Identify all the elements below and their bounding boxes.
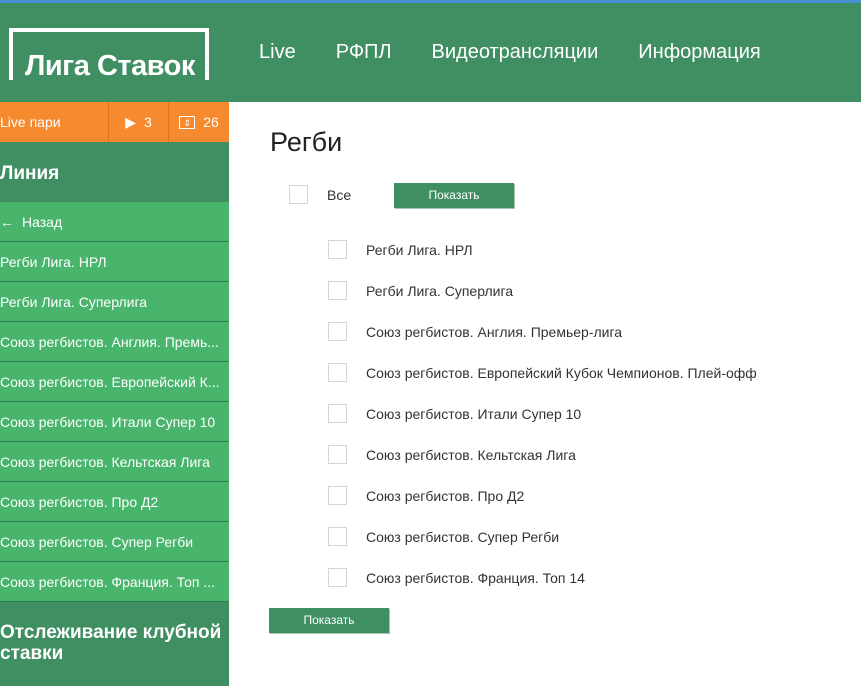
sidebar-item[interactable]: Регби Лига. НРЛ bbox=[0, 242, 229, 282]
sidebar-item[interactable]: Союз регбистов. Франция. Топ ... bbox=[0, 562, 229, 602]
back-link[interactable]: ← Назад bbox=[0, 202, 229, 242]
league-checkbox[interactable] bbox=[328, 445, 347, 464]
main-nav: Live РФПЛ Видеотрансляции Информация bbox=[259, 41, 801, 64]
all-label: Все bbox=[327, 187, 352, 203]
sidebar-item[interactable]: Союз регбистов. Про Д2 bbox=[0, 482, 229, 522]
line-title: Линия bbox=[0, 163, 60, 184]
show-button-bottom[interactable]: Показать bbox=[269, 608, 389, 633]
tv-icon: ⇕ bbox=[179, 115, 196, 129]
all-checkbox[interactable] bbox=[289, 185, 308, 204]
nav-video[interactable]: Видеотрансляции bbox=[432, 41, 599, 64]
live-play-count[interactable]: ▶ 3 bbox=[109, 102, 169, 142]
league-label: Союз регбистов. Итали Супер 10 bbox=[366, 406, 582, 422]
league-checkbox[interactable] bbox=[328, 240, 347, 259]
tracking-title[interactable]: Отслеживание клубной ставки bbox=[0, 622, 229, 664]
nav-rfpl[interactable]: РФПЛ bbox=[336, 41, 392, 64]
league-label: Союз регбистов. Кельтская Лига bbox=[366, 447, 576, 463]
sidebar-item[interactable]: Регби Лига. Суперлига bbox=[0, 282, 229, 322]
sidebar-item[interactable]: Союз регбистов. Итали Супер 10 bbox=[0, 402, 229, 442]
arrow-left-icon: ← bbox=[0, 213, 14, 230]
league-checkbox[interactable] bbox=[328, 363, 347, 382]
league-checkbox[interactable] bbox=[328, 568, 347, 587]
league-checkbox[interactable] bbox=[328, 404, 347, 423]
sidebar-item[interactable]: Союз регбистов. Европейский К... bbox=[0, 362, 229, 402]
league-label: Союз регбистов. Англия. Премьер-лига bbox=[366, 324, 623, 340]
nav-live[interactable]: Live bbox=[259, 41, 296, 64]
league-checkbox[interactable] bbox=[328, 486, 347, 505]
play-icon: ▶ bbox=[125, 114, 136, 130]
league-label: Регби Лига. Суперлига bbox=[366, 283, 514, 299]
league-label: Регби Лига. НРЛ bbox=[366, 242, 473, 258]
sidebar: Live пари ▶ 3 ⇕ 26 Линия ← Назад Регби Л… bbox=[0, 102, 229, 686]
logo-text: Лига Ставок bbox=[25, 50, 195, 82]
live-bets-link[interactable]: Live пари bbox=[0, 102, 109, 142]
sidebar-list: ← Назад Регби Лига. НРЛ Регби Лига. Супе… bbox=[0, 202, 229, 602]
league-label: Союз регбистов. Франция. Топ 14 bbox=[366, 570, 585, 586]
play-count: 3 bbox=[143, 114, 152, 130]
sidebar-item[interactable]: Союз регбистов. Кельтская Лига bbox=[0, 442, 229, 482]
live-tv-count[interactable]: ⇕ 26 bbox=[169, 102, 229, 142]
league-label: Союз регбистов. Европейский Кубок Чемпио… bbox=[366, 365, 757, 381]
sidebar-item[interactable]: Союз регбистов. Супер Регби bbox=[0, 522, 229, 562]
back-label: Назад bbox=[22, 213, 63, 230]
nav-info[interactable]: Информация bbox=[638, 41, 760, 64]
header: Лига Ставок Live РФПЛ Видеотрансляции Ин… bbox=[0, 3, 861, 102]
league-label: Союз регбистов. Про Д2 bbox=[366, 488, 525, 504]
show-button[interactable]: Показать bbox=[394, 183, 514, 208]
league-label: Союз регбистов. Супер Регби bbox=[366, 529, 560, 545]
logo[interactable]: Лига Ставок bbox=[9, 28, 209, 82]
live-bar: Live пари ▶ 3 ⇕ 26 bbox=[0, 102, 229, 142]
league-checkbox[interactable] bbox=[328, 281, 347, 300]
sidebar-item[interactable]: Союз регбистов. Англия. Премь... bbox=[0, 322, 229, 362]
league-checkbox[interactable] bbox=[328, 527, 347, 546]
page-title: Регби bbox=[270, 127, 343, 157]
tv-count: 26 bbox=[203, 114, 219, 130]
league-checkbox[interactable] bbox=[328, 322, 347, 341]
